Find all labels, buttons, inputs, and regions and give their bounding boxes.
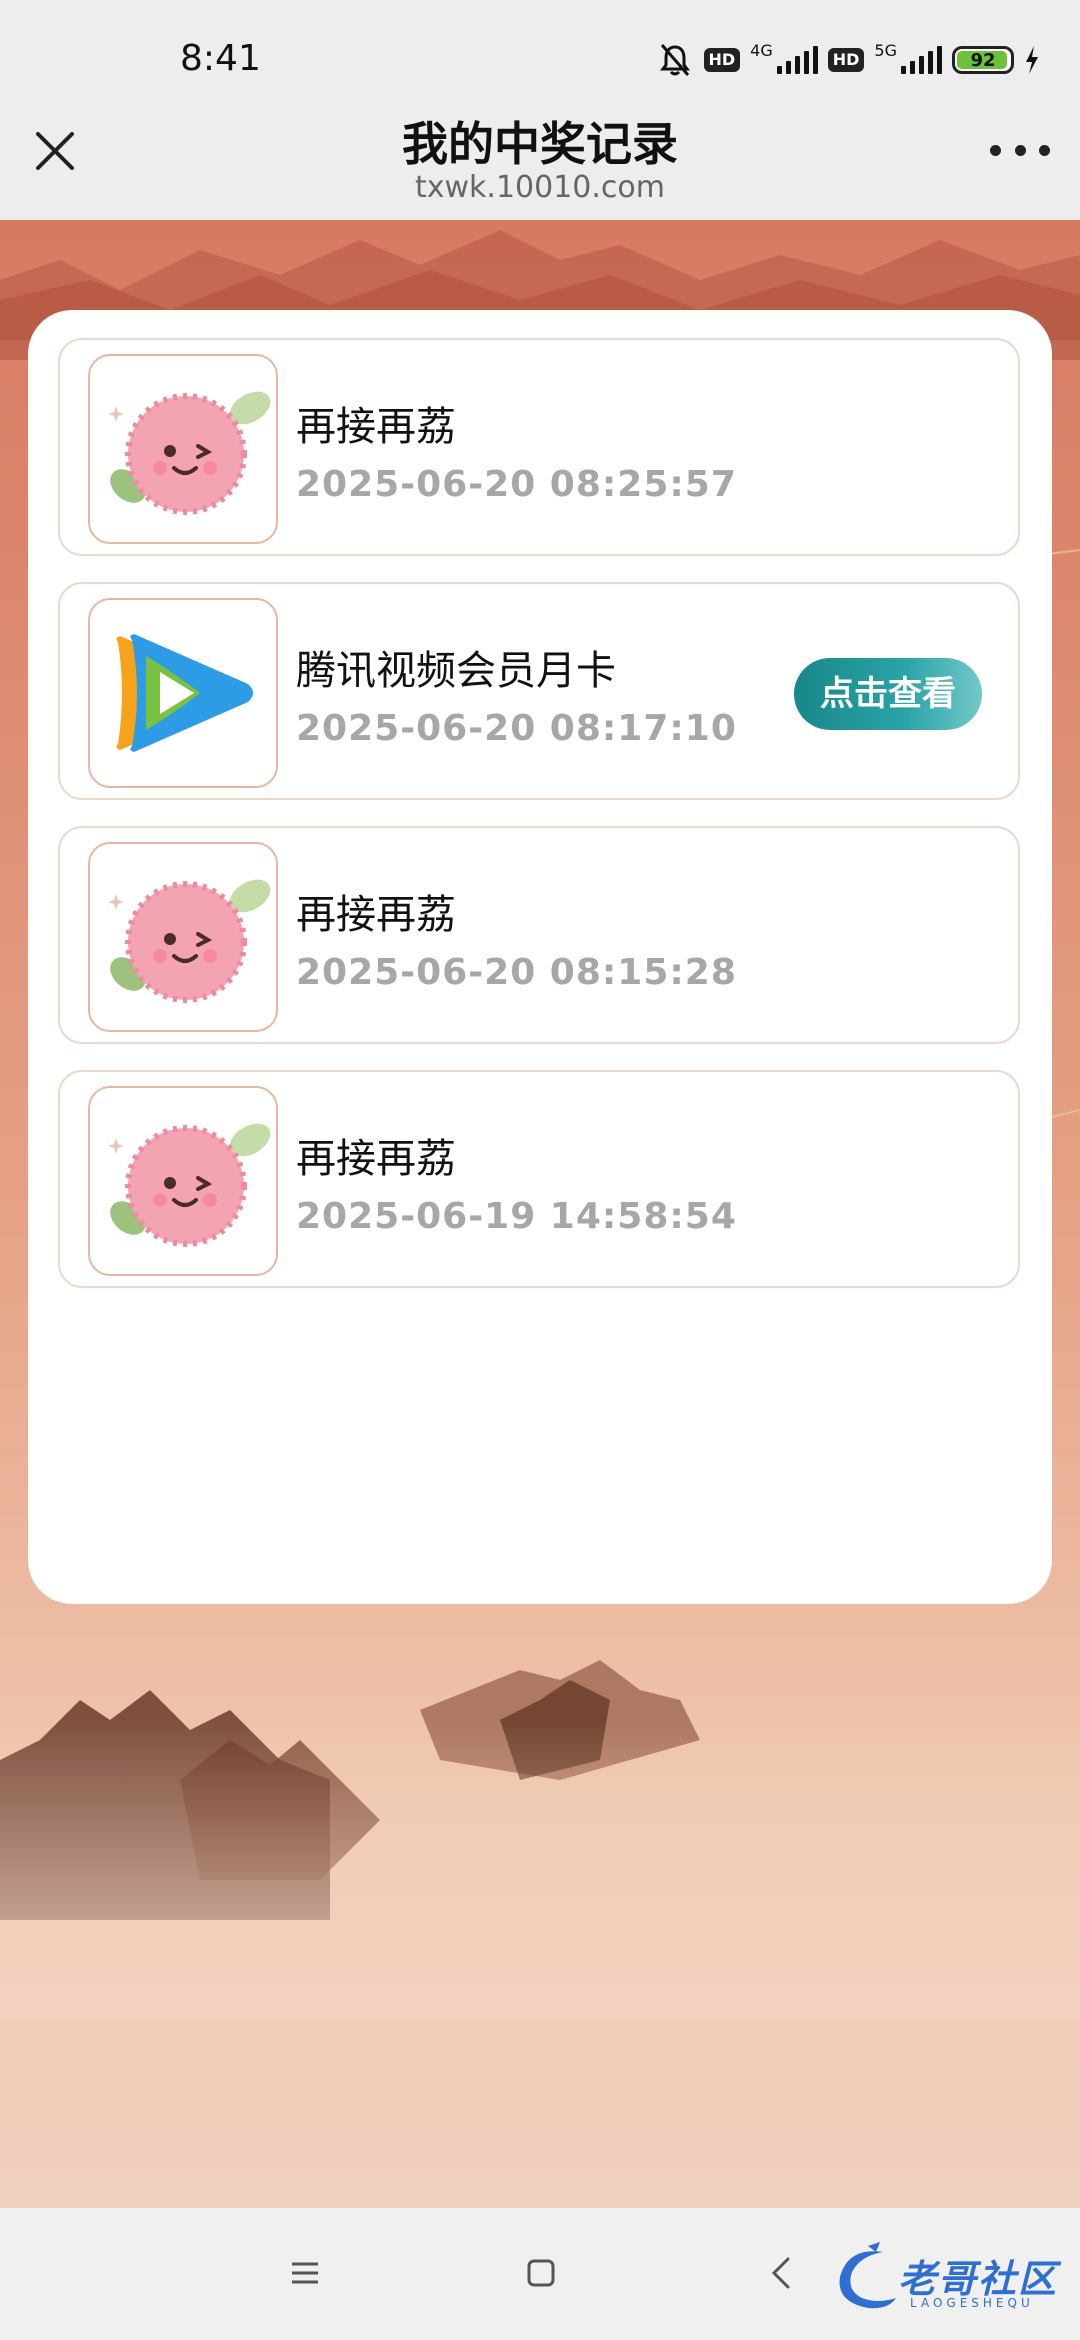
title-bar: 我的中奖记录 txwk.10010.com bbox=[0, 96, 1080, 220]
lychee-icon bbox=[108, 1123, 271, 1247]
watermark-text: 老哥社区 bbox=[898, 2257, 1059, 2301]
page-url: txwk.10010.com bbox=[414, 170, 665, 205]
record-thumbnail bbox=[88, 354, 278, 544]
record-prize-name: 再接再荔 bbox=[296, 1136, 456, 1182]
record-thumbnail bbox=[88, 1086, 278, 1276]
home-square-icon[interactable] bbox=[526, 2258, 556, 2288]
record-prize-name: 再接再荔 bbox=[296, 892, 456, 938]
signal-5g-icon bbox=[901, 46, 942, 74]
status-icons: HD 4G HD 5G 92 bbox=[656, 40, 1041, 80]
record-item: 再接再荔 2025-06-19 14:58:54 bbox=[58, 1070, 1020, 1288]
record-item: 腾讯视频会员月卡 2025-06-20 08:17:10 点击查看 bbox=[58, 582, 1020, 800]
charging-bolt-icon bbox=[1026, 46, 1038, 74]
watermark-subtext: LAOGESHEQU bbox=[910, 2296, 1034, 2310]
more-options-icon[interactable] bbox=[990, 142, 1050, 158]
record-timestamp: 2025-06-20 08:25:57 bbox=[296, 464, 737, 505]
record-prize-name: 再接再荔 bbox=[296, 404, 456, 450]
record-item: 再接再荔 2025-06-20 08:15:28 bbox=[58, 826, 1020, 1044]
lychee-icon bbox=[108, 879, 271, 1003]
battery-icon: 92 bbox=[952, 46, 1014, 74]
record-timestamp: 2025-06-20 08:15:28 bbox=[296, 952, 737, 993]
records-card: 再接再荔 2025-06-20 08:25:57 腾讯视频会员月卡 2025-0… bbox=[28, 310, 1052, 1604]
tencent-video-icon bbox=[116, 634, 253, 752]
hd-badge-1: HD bbox=[703, 48, 741, 72]
watermark-logo: 老哥社区 LAOGESHEQU bbox=[828, 2242, 1066, 2318]
status-bar: 8:41 HD 4G HD 5G 92 bbox=[0, 0, 1080, 96]
status-time: 8:41 bbox=[180, 38, 261, 79]
view-details-button[interactable]: 点击查看 bbox=[794, 658, 982, 730]
record-thumbnail bbox=[88, 842, 278, 1032]
mute-bell-icon bbox=[659, 44, 690, 76]
page-title: 我的中奖记录 bbox=[402, 117, 678, 171]
record-thumbnail bbox=[88, 598, 278, 788]
signal-4g-icon bbox=[776, 46, 818, 74]
network-5g-label: 5G bbox=[874, 40, 897, 60]
record-prize-name: 腾讯视频会员月卡 bbox=[296, 648, 616, 694]
hd-badge-2: HD bbox=[827, 48, 865, 72]
system-nav-bar: 老哥社区 LAOGESHEQU bbox=[0, 2208, 1080, 2340]
back-chevron-icon[interactable] bbox=[766, 2256, 796, 2290]
record-item: 再接再荔 2025-06-20 08:25:57 bbox=[58, 338, 1020, 556]
menu-icon[interactable] bbox=[290, 2258, 320, 2288]
lychee-icon bbox=[108, 391, 271, 515]
network-4g-label: 4G bbox=[750, 40, 773, 60]
battery-level: 92 bbox=[970, 50, 996, 71]
record-timestamp: 2025-06-20 08:17:10 bbox=[296, 708, 737, 749]
dragon-logo-icon bbox=[839, 2242, 896, 2309]
record-timestamp: 2025-06-19 14:58:54 bbox=[296, 1196, 737, 1237]
